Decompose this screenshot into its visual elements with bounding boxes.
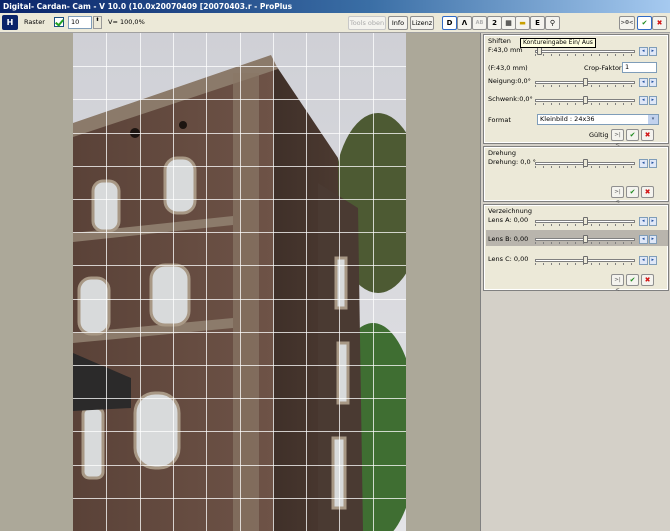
crop-factor-label: Crop-Faktor [584,64,622,72]
shiften-group: Shiften F:43,0 mm ◂ ▸ (F:43,0 mm) Crop-Fa… [483,34,669,148]
shiften-title: Shiften [488,37,511,45]
lens-a-slider[interactable] [535,217,635,226]
shiften-ok-button[interactable]: ✔ [626,129,639,141]
lens-a-label: Lens A: 0,00 [488,216,529,224]
shiften-cancel-button[interactable]: ✖ [641,129,654,141]
drehung-group: Drehung Drehung: 0,0 ° ◂ ▸ >|< ✔ ✖ [483,146,669,205]
lens-c-arrows[interactable]: ◂ ▸ [639,256,657,265]
neigung-label: Neigung:0,0° [488,77,531,85]
corner-quoins [233,73,259,531]
raster-spinner-input[interactable]: 10 [68,16,92,29]
format-select-value: Kleinbild : 24x36 [540,115,595,123]
neigung-arrows[interactable]: ◂ ▸ [639,78,657,87]
lens-a-arrows[interactable]: ◂ ▸ [639,217,657,226]
raster-spinner-arrows[interactable]: ⬍ [93,16,102,29]
chevron-down-icon: ▾ [648,115,658,124]
image-viewer[interactable] [0,33,480,531]
ruler-icon[interactable]: ▬ [515,16,530,30]
zoom-icon[interactable]: ⚲ [545,16,560,30]
schwenk-label: Schwenk:0,0° [488,95,533,103]
mode-d-button[interactable]: D [442,16,457,30]
lens-c-slider[interactable] [535,256,635,265]
lens-b-slider[interactable] [535,235,635,244]
focal-length-arrows[interactable]: ◂ ▸ [639,47,657,56]
focal-length-slider[interactable] [535,47,635,56]
drehung-ok-button[interactable]: ✔ [626,186,639,198]
schwenk-slider[interactable] [535,96,635,105]
tool-pen-icon[interactable]: ⴷ [457,16,472,30]
raster-label: Raster [24,18,45,26]
grid-icon[interactable]: ▦ [501,16,516,30]
app-logo-icon: H [2,15,18,30]
gueltig-label: Gültig [589,131,609,139]
verzeichnung-ok-button[interactable]: ✔ [626,274,639,286]
contour-tooltip: Kontureingabe Ein/ Aus [520,38,596,48]
verzeichnung-reset-button[interactable]: >|< [611,274,624,293]
window-title: Digital- Cardan- Cam - V 10.0 (10.0x2007… [0,0,670,13]
building-photo[interactable] [73,33,406,531]
photo-canvas [73,33,406,531]
mode-e-button[interactable]: E [530,16,545,30]
verzeichnung-cancel-button[interactable]: ✖ [641,274,654,286]
schwenk-arrows[interactable]: ◂ ▸ [639,96,657,105]
lizenz-button[interactable]: Lizenz [410,16,434,30]
crop-factor-input[interactable]: 1 [622,62,657,73]
verzeichnung-group: Verzeichnung Lens A: 0,00 ◂ ▸ Lens B: 0,0… [483,204,669,293]
lens-b-label: Lens B: 0,00 [488,235,529,243]
round-vent [179,121,187,129]
toolbar: H Raster 10 ⬍ V= 100,0% Tools oben Info … [0,13,670,33]
raster-checkbox[interactable] [54,17,64,27]
drehung-reset-button[interactable]: >|< [611,186,624,205]
mode-2-button[interactable]: 2 [487,16,502,30]
toolbar-cancel-button[interactable]: ✖ [652,16,667,30]
focal-equiv-label: (F:43,0 mm) [488,64,528,72]
shiften-reset-button[interactable]: >|< [611,129,624,148]
format-select[interactable]: Kleinbild : 24x36 ▾ [537,114,659,125]
toolbar-reset-button[interactable]: >0< [619,16,635,30]
neigung-slider[interactable] [535,78,635,87]
lens-c-label: Lens C: 0,00 [488,255,529,263]
ab-icon[interactable]: AB [472,16,487,30]
drehung-label: Drehung: 0,0 ° [488,158,536,166]
format-label: Format [488,116,511,124]
correction-panel: Shiften F:43,0 mm ◂ ▸ (F:43,0 mm) Crop-Fa… [480,33,670,531]
verzeichnung-title: Verzeichnung [488,207,533,215]
info-button[interactable]: Info [388,16,408,30]
zoom-level: V= 100,0% [108,18,145,26]
toolbar-ok-button[interactable]: ✔ [637,16,652,30]
lens-b-arrows[interactable]: ◂ ▸ [639,235,657,244]
drehung-cancel-button[interactable]: ✖ [641,186,654,198]
drehung-title: Drehung [488,149,517,157]
focal-length-label: F:43,0 mm [488,46,523,54]
drehung-slider[interactable] [535,159,635,168]
tools-oben-button[interactable]: Tools oben [348,16,386,30]
drehung-arrows[interactable]: ◂ ▸ [639,159,657,168]
